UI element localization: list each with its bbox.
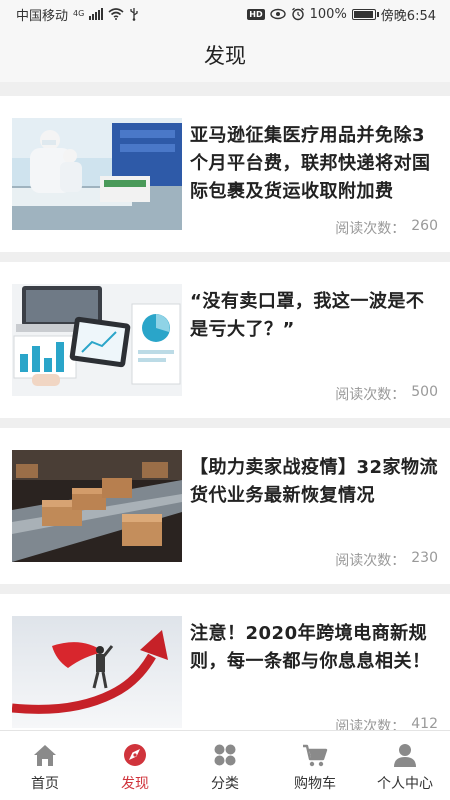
- home-icon: [34, 745, 56, 766]
- read-count-label: 阅读次数：: [335, 553, 406, 569]
- read-count-label: 阅读次数：: [335, 221, 406, 237]
- usb-icon: [130, 8, 138, 21]
- read-count-value: 260: [411, 218, 438, 234]
- status-right: HD 100% 傍晚6:54: [247, 5, 436, 24]
- status-time: 傍晚6:54: [380, 8, 436, 24]
- article-title[interactable]: “没有卖口罩，我这一波是不是亏大了？”: [190, 288, 440, 344]
- read-count-value: 412: [411, 716, 438, 730]
- nav-item-home[interactable]: 首页: [0, 731, 90, 800]
- medical-factory-image: [12, 118, 182, 230]
- nav-item-category[interactable]: 分类: [180, 731, 270, 800]
- article-card[interactable]: “没有卖口罩，我这一波是不是亏大了？” 阅读次数： 500: [0, 262, 450, 418]
- battery-level: [353, 10, 373, 18]
- read-count-value: 230: [411, 550, 438, 566]
- bottom-navigation: 首页 发现 分类 购物车 个人中心: [0, 730, 450, 800]
- user-icon: [394, 744, 416, 767]
- wifi-icon: [108, 8, 124, 20]
- article-card[interactable]: 注意！2020年跨境电商新规则，每一条都与你息息相关！ 阅读次数： 412: [0, 594, 450, 730]
- hd-icon: HD: [247, 8, 265, 20]
- battery-percent: 100%: [309, 6, 347, 22]
- superhero-arrow-image: [12, 616, 182, 728]
- eye-icon: [269, 8, 286, 20]
- conveyor-boxes-image: [12, 450, 182, 562]
- read-count-value: 500: [411, 384, 438, 400]
- read-count: 阅读次数： 260: [335, 218, 438, 238]
- discover-icon: [124, 744, 146, 766]
- nav-item-discover[interactable]: 发现: [90, 731, 180, 800]
- battery-icon: [351, 8, 379, 20]
- article-thumbnail[interactable]: [12, 284, 182, 396]
- nav-label: 分类: [211, 776, 239, 792]
- article-card[interactable]: 【助力卖家战疫情】32家物流货代业务最新恢复情况 阅读次数： 230: [0, 428, 450, 584]
- nav-item-profile[interactable]: 个人中心: [360, 731, 450, 800]
- read-count-label: 阅读次数：: [335, 719, 406, 730]
- network-type: 4G: [73, 8, 85, 18]
- read-count: 阅读次数： 230: [335, 550, 438, 570]
- article-thumbnail[interactable]: [12, 118, 182, 230]
- article-title[interactable]: 亚马逊征集医疗用品并免除3个月平台费，联邦快递将对国际包裹及货运收取附加费: [190, 122, 440, 206]
- nav-label: 个人中心: [377, 776, 433, 792]
- read-count: 阅读次数： 500: [335, 384, 438, 404]
- status-left: 中国移动 4G: [16, 5, 139, 24]
- read-count: 阅读次数： 412: [335, 716, 438, 730]
- article-title[interactable]: 注意！2020年跨境电商新规则，每一条都与你息息相关！: [190, 620, 440, 676]
- read-count-label: 阅读次数：: [335, 387, 406, 403]
- nav-label: 购物车: [294, 776, 336, 792]
- cart-icon: [303, 744, 328, 767]
- alarm-icon: [291, 7, 304, 21]
- page-header: 发现: [0, 28, 450, 82]
- nav-label: 发现: [121, 776, 149, 792]
- article-card[interactable]: 亚马逊征集医疗用品并免除3个月平台费，联邦快递将对国际包裹及货运收取附加费 阅读…: [0, 96, 450, 252]
- laptop-charts-image: [12, 284, 182, 396]
- article-feed[interactable]: 亚马逊征集医疗用品并免除3个月平台费，联邦快递将对国际包裹及货运收取附加费 阅读…: [0, 82, 450, 730]
- nav-label: 首页: [31, 776, 59, 792]
- article-title[interactable]: 【助力卖家战疫情】32家物流货代业务最新恢复情况: [190, 454, 440, 510]
- article-thumbnail[interactable]: [12, 616, 182, 728]
- page-title: 发现: [204, 44, 246, 68]
- status-bar: 中国移动 4G HD 100% 傍晚6:54: [0, 0, 450, 28]
- nav-item-cart[interactable]: 购物车: [270, 731, 360, 800]
- carrier-name: 中国移动: [16, 8, 69, 24]
- article-thumbnail[interactable]: [12, 450, 182, 562]
- category-icon: [214, 744, 236, 766]
- signal-icon: [89, 8, 104, 20]
